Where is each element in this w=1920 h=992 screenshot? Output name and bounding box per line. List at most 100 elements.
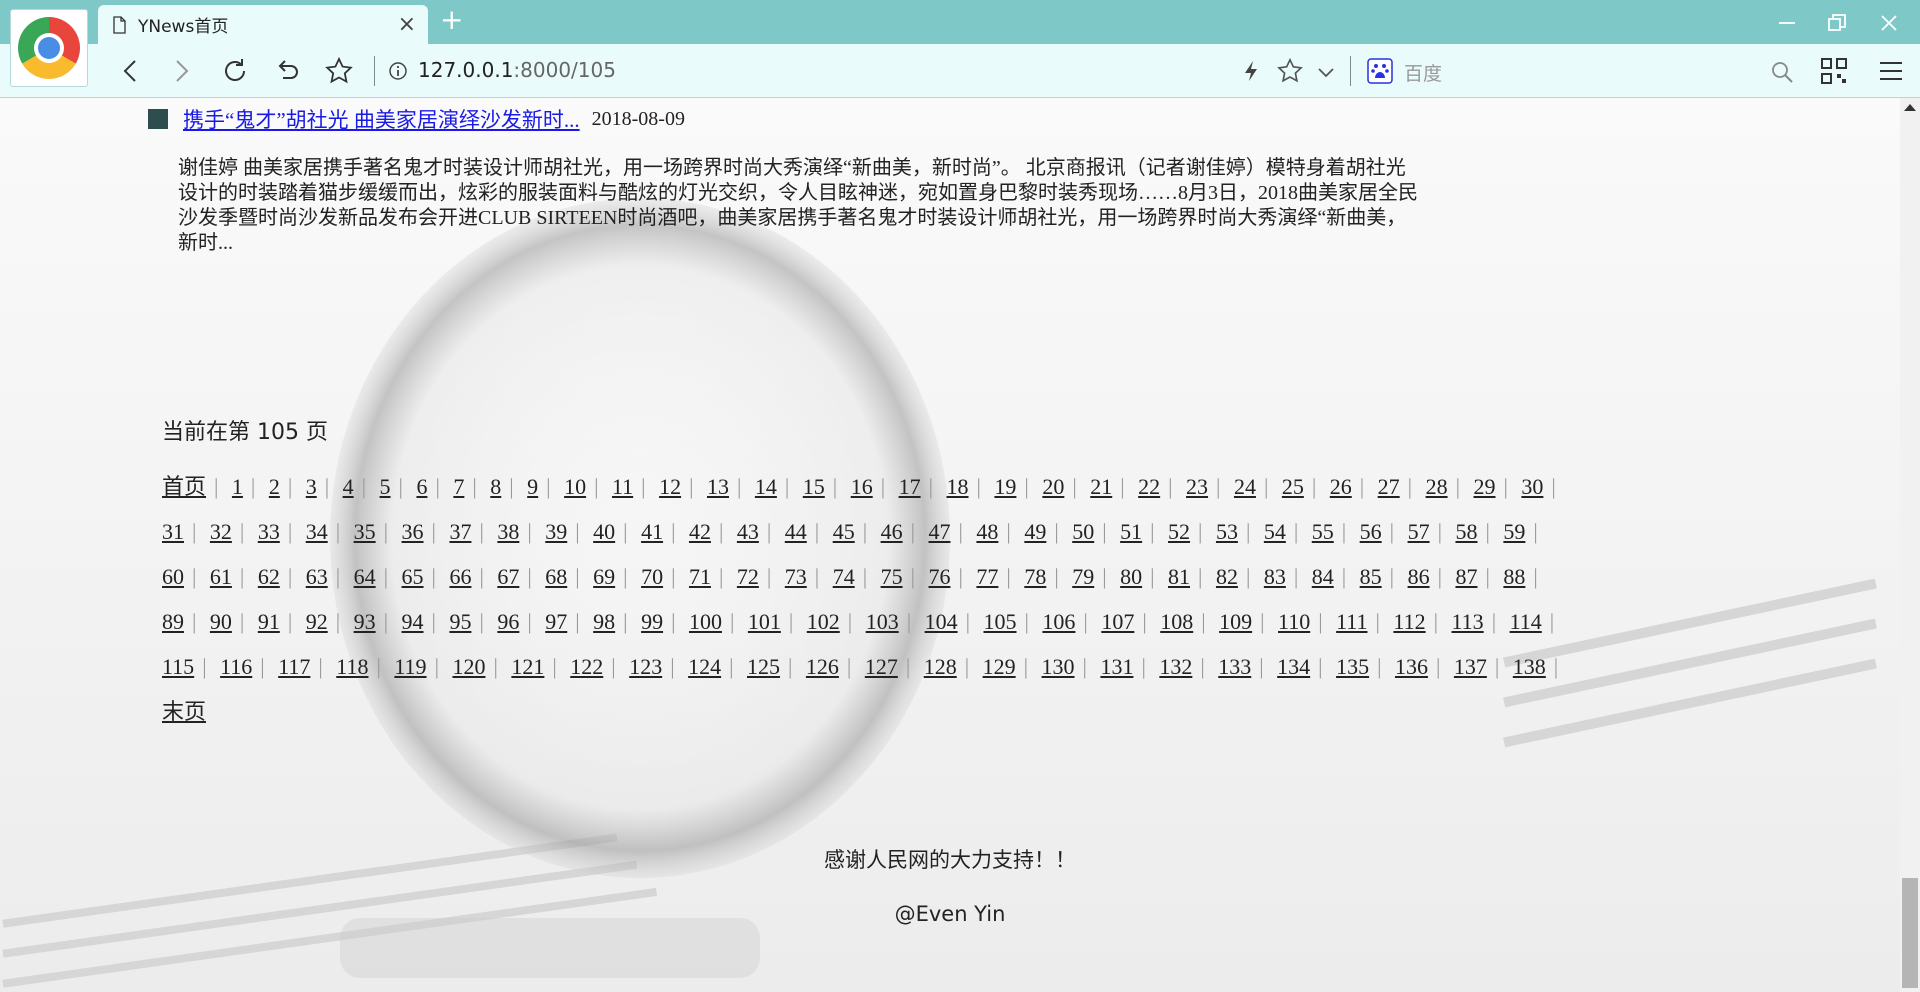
page-link-1[interactable]: 1 bbox=[232, 474, 243, 499]
page-link-66[interactable]: 66 bbox=[449, 564, 471, 589]
page-link-52[interactable]: 52 bbox=[1168, 519, 1190, 544]
page-link-71[interactable]: 71 bbox=[689, 564, 711, 589]
address-bar[interactable]: 127.0.0.1:8000/105 bbox=[418, 58, 616, 82]
page-link-136[interactable]: 136 bbox=[1395, 654, 1428, 679]
page-link-95[interactable]: 95 bbox=[449, 609, 471, 634]
page-link-45[interactable]: 45 bbox=[833, 519, 855, 544]
page-link-126[interactable]: 126 bbox=[806, 654, 839, 679]
page-link-99[interactable]: 99 bbox=[641, 609, 663, 634]
page-link-112[interactable]: 112 bbox=[1393, 609, 1425, 634]
page-link-26[interactable]: 26 bbox=[1330, 474, 1352, 499]
baidu-icon[interactable] bbox=[1367, 58, 1393, 84]
page-link-108[interactable]: 108 bbox=[1160, 609, 1193, 634]
page-link-29[interactable]: 29 bbox=[1473, 474, 1495, 499]
page-link-134[interactable]: 134 bbox=[1277, 654, 1310, 679]
page-link-21[interactable]: 21 bbox=[1090, 474, 1112, 499]
page-link-123[interactable]: 123 bbox=[629, 654, 662, 679]
page-link-82[interactable]: 82 bbox=[1216, 564, 1238, 589]
page-link-102[interactable]: 102 bbox=[807, 609, 840, 634]
page-link-81[interactable]: 81 bbox=[1168, 564, 1190, 589]
page-link-86[interactable]: 86 bbox=[1408, 564, 1430, 589]
page-link-25[interactable]: 25 bbox=[1282, 474, 1304, 499]
last-page-link[interactable]: 末页 bbox=[162, 699, 206, 724]
page-link-92[interactable]: 92 bbox=[306, 609, 328, 634]
page-link-32[interactable]: 32 bbox=[210, 519, 232, 544]
undo-button[interactable] bbox=[268, 52, 306, 90]
page-link-50[interactable]: 50 bbox=[1072, 519, 1094, 544]
page-link-133[interactable]: 133 bbox=[1218, 654, 1251, 679]
page-link-8[interactable]: 8 bbox=[490, 474, 501, 499]
search-icon[interactable] bbox=[1770, 60, 1794, 84]
page-link-62[interactable]: 62 bbox=[258, 564, 280, 589]
page-link-20[interactable]: 20 bbox=[1042, 474, 1064, 499]
page-link-69[interactable]: 69 bbox=[593, 564, 615, 589]
page-link-94[interactable]: 94 bbox=[402, 609, 424, 634]
page-link-60[interactable]: 60 bbox=[162, 564, 184, 589]
page-link-47[interactable]: 47 bbox=[929, 519, 951, 544]
page-link-91[interactable]: 91 bbox=[258, 609, 280, 634]
scrollbar[interactable] bbox=[1900, 98, 1920, 992]
page-link-67[interactable]: 67 bbox=[497, 564, 519, 589]
page-link-33[interactable]: 33 bbox=[258, 519, 280, 544]
page-link-35[interactable]: 35 bbox=[354, 519, 376, 544]
page-link-23[interactable]: 23 bbox=[1186, 474, 1208, 499]
minimize-icon[interactable] bbox=[1776, 12, 1798, 34]
page-link-6[interactable]: 6 bbox=[416, 474, 427, 499]
page-link-46[interactable]: 46 bbox=[881, 519, 903, 544]
page-link-34[interactable]: 34 bbox=[306, 519, 328, 544]
back-button[interactable] bbox=[112, 52, 150, 90]
page-link-106[interactable]: 106 bbox=[1042, 609, 1075, 634]
page-link-2[interactable]: 2 bbox=[269, 474, 280, 499]
browser-tab[interactable]: YNews首页 × bbox=[98, 5, 428, 44]
qr-code-icon[interactable] bbox=[1820, 57, 1848, 85]
page-link-124[interactable]: 124 bbox=[688, 654, 721, 679]
scrollbar-thumb[interactable] bbox=[1902, 878, 1918, 988]
page-link-98[interactable]: 98 bbox=[593, 609, 615, 634]
page-link-59[interactable]: 59 bbox=[1503, 519, 1525, 544]
browser-logo-icon[interactable] bbox=[10, 9, 88, 87]
bookmark-button[interactable] bbox=[320, 52, 358, 90]
page-link-103[interactable]: 103 bbox=[866, 609, 899, 634]
page-link-72[interactable]: 72 bbox=[737, 564, 759, 589]
page-link-68[interactable]: 68 bbox=[545, 564, 567, 589]
page-link-130[interactable]: 130 bbox=[1042, 654, 1075, 679]
page-link-125[interactable]: 125 bbox=[747, 654, 780, 679]
page-link-44[interactable]: 44 bbox=[785, 519, 807, 544]
page-link-104[interactable]: 104 bbox=[925, 609, 958, 634]
menu-icon[interactable] bbox=[1878, 59, 1904, 83]
page-link-101[interactable]: 101 bbox=[748, 609, 781, 634]
page-link-10[interactable]: 10 bbox=[564, 474, 586, 499]
page-link-5[interactable]: 5 bbox=[380, 474, 391, 499]
page-link-15[interactable]: 15 bbox=[803, 474, 825, 499]
tab-close-icon[interactable]: × bbox=[398, 13, 416, 36]
page-link-114[interactable]: 114 bbox=[1510, 609, 1542, 634]
page-link-40[interactable]: 40 bbox=[593, 519, 615, 544]
page-link-13[interactable]: 13 bbox=[707, 474, 729, 499]
article-title-link[interactable]: 携手“鬼才”胡社光 曲美家居演绎沙发新时... bbox=[183, 104, 580, 134]
page-link-117[interactable]: 117 bbox=[278, 654, 310, 679]
page-link-58[interactable]: 58 bbox=[1455, 519, 1477, 544]
lightning-icon[interactable] bbox=[1240, 59, 1262, 83]
page-link-111[interactable]: 111 bbox=[1336, 609, 1367, 634]
page-link-38[interactable]: 38 bbox=[497, 519, 519, 544]
forward-button[interactable] bbox=[162, 52, 200, 90]
page-link-4[interactable]: 4 bbox=[343, 474, 354, 499]
search-engine-field[interactable]: 百度 bbox=[1404, 59, 1442, 86]
page-link-14[interactable]: 14 bbox=[755, 474, 777, 499]
page-link-76[interactable]: 76 bbox=[929, 564, 951, 589]
page-link-132[interactable]: 132 bbox=[1159, 654, 1192, 679]
scroll-up-icon[interactable] bbox=[1904, 104, 1916, 111]
page-link-93[interactable]: 93 bbox=[354, 609, 376, 634]
page-link-88[interactable]: 88 bbox=[1503, 564, 1525, 589]
page-link-100[interactable]: 100 bbox=[689, 609, 722, 634]
page-link-57[interactable]: 57 bbox=[1408, 519, 1430, 544]
page-link-109[interactable]: 109 bbox=[1219, 609, 1252, 634]
page-link-65[interactable]: 65 bbox=[402, 564, 424, 589]
page-link-9[interactable]: 9 bbox=[527, 474, 538, 499]
page-link-11[interactable]: 11 bbox=[612, 474, 633, 499]
page-link-135[interactable]: 135 bbox=[1336, 654, 1369, 679]
page-link-90[interactable]: 90 bbox=[210, 609, 232, 634]
page-link-51[interactable]: 51 bbox=[1120, 519, 1142, 544]
page-link-73[interactable]: 73 bbox=[785, 564, 807, 589]
page-link-77[interactable]: 77 bbox=[976, 564, 998, 589]
